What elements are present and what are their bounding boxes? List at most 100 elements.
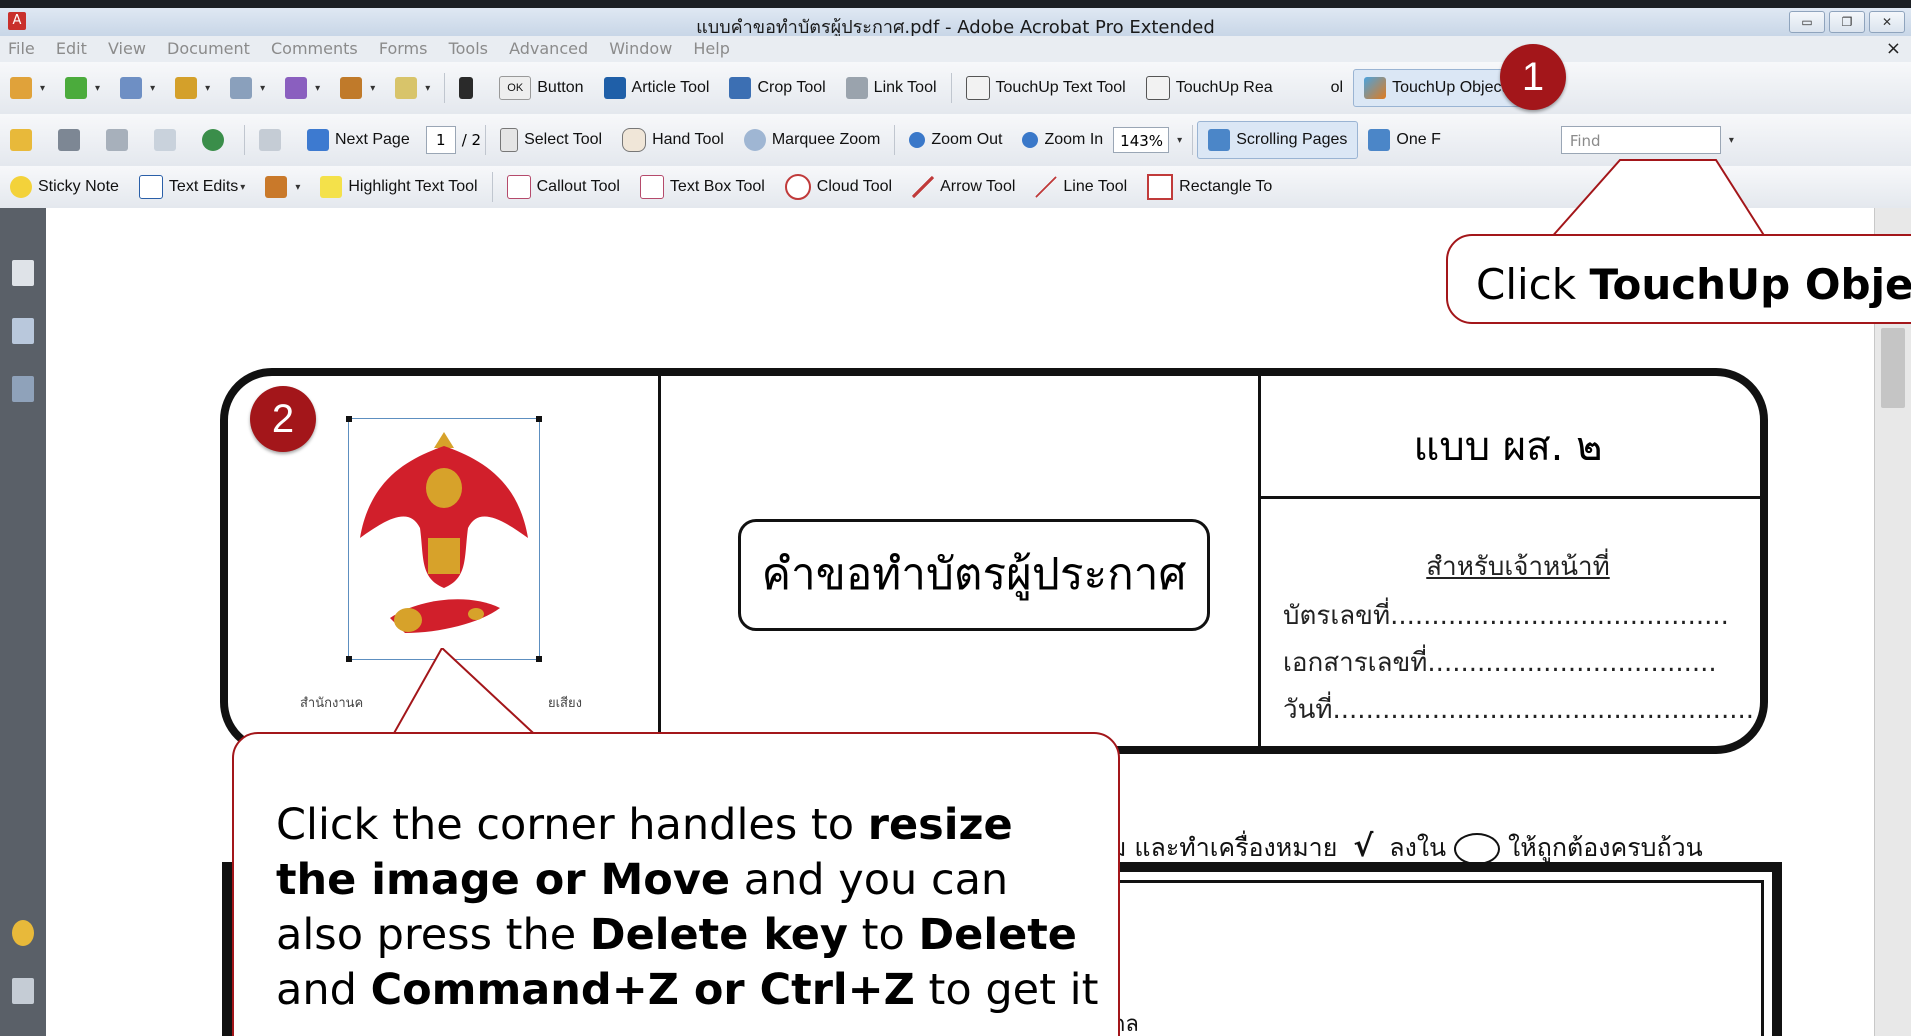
- line-tool[interactable]: Line Tool: [1025, 169, 1137, 205]
- hand-tool[interactable]: Hand Tool: [612, 122, 734, 158]
- sign-button[interactable]: ▾: [220, 70, 275, 106]
- down-arrow-icon: [307, 129, 329, 151]
- menu-window[interactable]: Window: [601, 36, 680, 62]
- signatures-icon[interactable]: [12, 376, 34, 402]
- callout-label: Callout Tool: [536, 178, 620, 195]
- pages-icon[interactable]: [12, 260, 34, 286]
- cloud-label: Cloud Tool: [816, 178, 893, 195]
- crop-tool[interactable]: Crop Tool: [719, 70, 835, 106]
- zoom-in-button[interactable]: Zoom In: [1012, 122, 1113, 158]
- link-tool[interactable]: Link Tool: [836, 70, 947, 106]
- combine-button[interactable]: ▾: [55, 70, 110, 106]
- zoom-out-button[interactable]: Zoom Out: [899, 122, 1012, 158]
- select-tool-label: Select Tool: [524, 131, 603, 148]
- text-edits-tool[interactable]: Text Edits ▾: [129, 169, 255, 205]
- review-button[interactable]: ▾: [385, 70, 440, 106]
- email-button[interactable]: [144, 122, 192, 158]
- multimedia-button[interactable]: ▾: [330, 70, 385, 106]
- zoom-dropdown[interactable]: ▾: [1169, 122, 1188, 158]
- menu-advanced[interactable]: Advanced: [501, 36, 596, 62]
- page-number-input[interactable]: 1: [425, 126, 456, 154]
- touchup-text-tool[interactable]: TouchUp Text Tool: [956, 70, 1136, 106]
- step1-text-prefix: Click: [1476, 260, 1590, 309]
- next-page-button[interactable]: Next Page: [297, 122, 420, 158]
- one-full-page-button[interactable]: One F: [1358, 122, 1450, 158]
- scrolling-pages-label: Scrolling Pages: [1236, 131, 1348, 148]
- attachments-icon[interactable]: [12, 978, 34, 1004]
- step2-line3: also press the Delete key to Delete: [276, 908, 1118, 963]
- menu-edit[interactable]: Edit: [48, 36, 95, 62]
- image-selection-box[interactable]: [346, 416, 542, 662]
- secure-button[interactable]: ▾: [165, 70, 220, 106]
- cloud-tool[interactable]: Cloud Tool: [775, 169, 902, 205]
- highlight-text-tool[interactable]: Highlight Text Tool: [310, 169, 487, 205]
- resize-handle-top-left[interactable]: [346, 416, 352, 422]
- menu-file[interactable]: File: [0, 36, 43, 62]
- print-button[interactable]: [48, 122, 96, 158]
- zoom-level-field[interactable]: 143%: [1113, 127, 1170, 153]
- toolbar-separator: [894, 125, 896, 155]
- sticky-note-tool[interactable]: Sticky Note: [0, 169, 129, 205]
- create-pdf-button[interactable]: ▾: [0, 70, 55, 106]
- article-tool[interactable]: Article Tool: [594, 70, 720, 106]
- scrolling-pages-button[interactable]: Scrolling Pages: [1197, 121, 1359, 159]
- email-icon: [154, 129, 176, 151]
- marquee-zoom-tool[interactable]: Marquee Zoom: [734, 122, 891, 158]
- divider-horizontal: [1258, 496, 1760, 499]
- menu-document[interactable]: Document: [159, 36, 258, 62]
- chevron-down-icon: ▾: [1177, 134, 1183, 146]
- select-tool[interactable]: Select Tool: [490, 122, 612, 158]
- close-window-button[interactable]: ✕: [1869, 11, 1905, 33]
- divider-right: [1258, 376, 1261, 746]
- find-input[interactable]: Find: [1560, 126, 1721, 154]
- menu-tools[interactable]: Tools: [441, 36, 496, 62]
- select-object-tool[interactable]: [449, 70, 489, 106]
- stamp-tool[interactable]: ▾: [255, 169, 310, 205]
- open-button[interactable]: [0, 122, 48, 158]
- touchup-reading-order-tool[interactable]: TouchUp Rea ol: [1136, 70, 1353, 106]
- callout-icon: [506, 175, 531, 199]
- find-dropdown[interactable]: ▾: [1721, 122, 1740, 158]
- resize-handle-top-right[interactable]: [536, 416, 542, 422]
- resize-handle-bottom-left[interactable]: [346, 656, 352, 662]
- forms-button[interactable]: ▾: [275, 70, 330, 106]
- step1-badge: 1: [1500, 44, 1566, 110]
- button-tool[interactable]: OK Button: [489, 70, 593, 106]
- text-edits-icon: [138, 175, 163, 199]
- menu-view[interactable]: View: [100, 36, 154, 62]
- comments-icon[interactable]: [12, 920, 34, 946]
- save-button[interactable]: [96, 122, 144, 158]
- close-document-button[interactable]: ×: [1886, 38, 1901, 59]
- toolbar-separator: [1192, 125, 1194, 155]
- step2-line3-d: Delete: [918, 910, 1077, 960]
- article-tool-label: Article Tool: [631, 79, 710, 96]
- official-use-block: สำหรับเจ้าหน้าที่ บัตรเลขที่............…: [1283, 546, 1753, 730]
- previous-page-button[interactable]: [249, 122, 297, 158]
- form-code: แบบ ผส. ๒: [1413, 424, 1603, 470]
- menu-forms[interactable]: Forms: [371, 36, 436, 62]
- vertical-scrollbar[interactable]: [1874, 208, 1911, 1036]
- restore-button[interactable]: ❐: [1829, 11, 1865, 33]
- collaborate-button[interactable]: [192, 122, 240, 158]
- menu-comments[interactable]: Comments: [263, 36, 366, 62]
- stamp-icon: [265, 176, 288, 198]
- text-box-label: Text Box Tool: [669, 178, 765, 195]
- reading-order-icon: [1145, 76, 1170, 100]
- arrow-tool[interactable]: Arrow Tool: [902, 169, 1025, 205]
- document-number-line: เอกสารเลขที่............................…: [1283, 648, 1717, 678]
- export-button[interactable]: ▾: [110, 70, 165, 106]
- toolbar-separator: [485, 125, 487, 155]
- bookmarks-icon[interactable]: [12, 318, 34, 344]
- next-page-label: Next Page: [335, 131, 410, 148]
- callout-tool[interactable]: Callout Tool: [497, 169, 630, 205]
- marquee-zoom-icon: [743, 129, 766, 151]
- rectangle-tool[interactable]: Rectangle To: [1137, 169, 1282, 205]
- text-box-icon: [639, 175, 664, 199]
- text-box-tool[interactable]: Text Box Tool: [630, 169, 775, 205]
- menu-help[interactable]: Help: [685, 36, 737, 62]
- touchup-reading-label: TouchUp Rea: [1175, 79, 1273, 96]
- printer-icon: [58, 129, 80, 151]
- line-label: Line Tool: [1063, 178, 1128, 195]
- minimize-button[interactable]: ▭: [1789, 11, 1825, 33]
- scrollbar-thumb[interactable]: [1881, 328, 1905, 408]
